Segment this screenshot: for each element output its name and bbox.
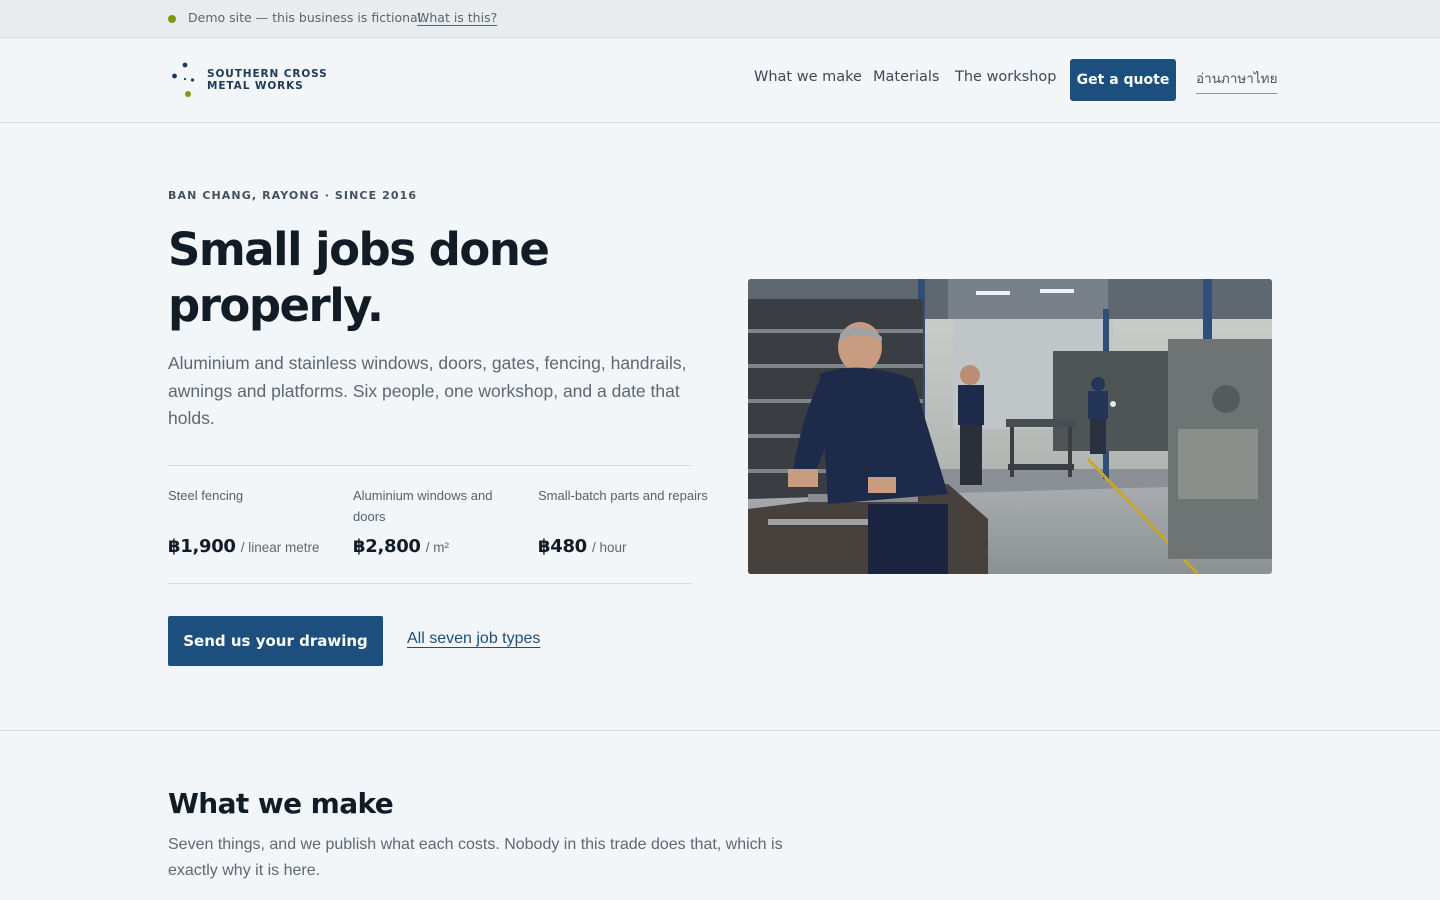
nav-the-workshop[interactable]: The workshop (955, 69, 1057, 85)
hero-title: Small jobs done properly. (168, 223, 550, 332)
price-divider-top (168, 465, 692, 466)
price-divider-bottom (168, 583, 692, 584)
price-item-repairs-value: ฿480 / hour (538, 536, 627, 557)
demo-banner-text: Demo site — this business is fictional. (188, 10, 426, 25)
price-item-repairs-label: Small-batch parts and repairs (538, 485, 708, 506)
thai-language-link[interactable]: อ่านภาษาไทย (1196, 67, 1278, 94)
price-label: Aluminium windows and doors (353, 488, 493, 524)
workshop-photo (748, 279, 1272, 574)
price-item-fencing-value: ฿1,900 / linear metre (168, 536, 320, 557)
dot-constellation-icon (172, 62, 195, 97)
price-unit: / linear metre (240, 540, 320, 555)
get-a-quote-button[interactable]: Get a quote (1070, 59, 1176, 101)
workshop-illustration (748, 279, 1272, 574)
price-item-windows-value: ฿2,800 / m² (353, 536, 449, 557)
demo-banner: Demo site — this business is fictional. … (0, 0, 1440, 38)
site-header: SOUTHERN CROSS METAL WORKS What we make … (0, 38, 1440, 123)
nav-what-we-make[interactable]: What we make (754, 69, 862, 85)
nav-materials[interactable]: Materials (873, 69, 939, 85)
send-drawing-button[interactable]: Send us your drawing (168, 616, 383, 666)
what-we-make-subtitle: Seven things, and we publish what each c… (168, 836, 783, 879)
price-item-windows-label: Aluminium windows and doors (353, 485, 523, 527)
price-unit: / m² (425, 540, 450, 555)
section-divider (0, 730, 1440, 731)
price-label: Steel fencing (168, 488, 244, 503)
hero-eyebrow: BAN CHANG, RAYONG · SINCE 2016 (168, 189, 418, 202)
price-value: ฿480 (538, 536, 587, 557)
demo-status-dot (168, 15, 176, 23)
price-value: ฿1,900 (168, 536, 236, 557)
price-value: ฿2,800 (353, 536, 421, 557)
price-unit: / hour (592, 540, 627, 555)
logo-wordmark[interactable]: SOUTHERN CROSS METAL WORKS (207, 68, 328, 92)
what-we-make-title: What we make (168, 787, 394, 820)
hero-subtitle: Aluminium and stainless windows, doors, … (168, 353, 687, 428)
logo-line-1: SOUTHERN CROSS (207, 68, 328, 80)
what-is-this-link[interactable]: What is this? (417, 10, 497, 25)
price-label: Small-batch parts and repairs (538, 488, 708, 503)
price-item-fencing-label: Steel fencing (168, 485, 338, 506)
logo-line-2: METAL WORKS (207, 80, 304, 92)
all-job-types-link[interactable]: All seven job types (407, 630, 540, 648)
